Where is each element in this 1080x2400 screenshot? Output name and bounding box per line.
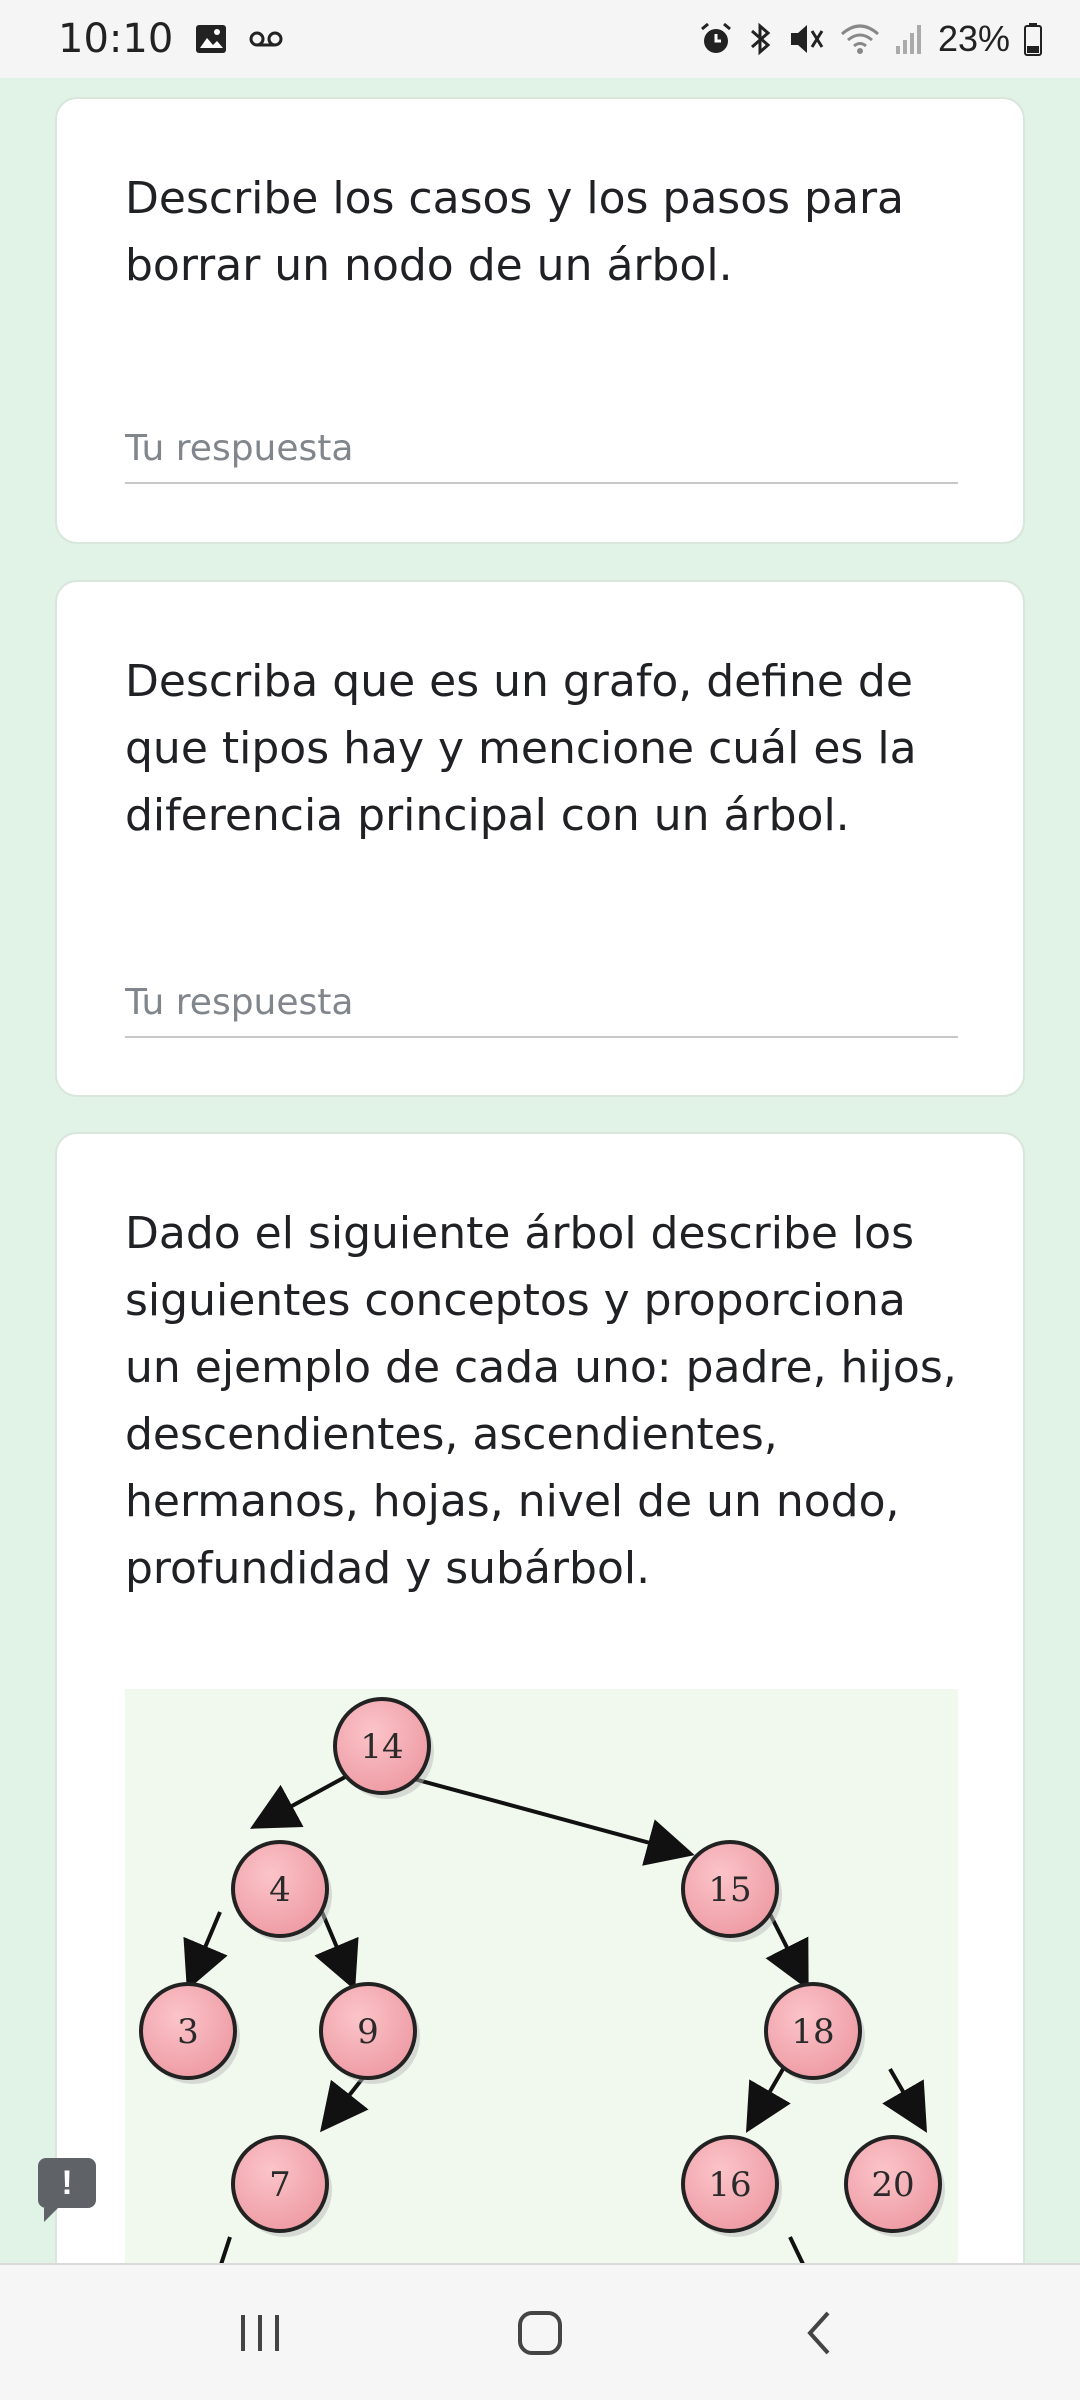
answer-input[interactable] [125,414,958,484]
signal-icon [894,22,924,56]
status-bar: 10:10 23% [0,0,1080,78]
report-feedback-button[interactable]: ! [38,2158,96,2222]
navigation-bar [0,2263,1080,2400]
feedback-symbol: ! [61,2163,73,2202]
node-label: 18 [791,2012,834,2052]
question-title: Dado el siguiente árbol describe los sig… [125,1208,957,1594]
node-label: 20 [871,2165,914,2205]
binary-tree-diagram: 14 4 15 3 9 18 7 16 20 [139,1697,945,2290]
tree-node: 14 [333,1697,434,1799]
question-card-1: Describe los casos y los pasos para borr… [55,97,1025,544]
tree-node: 7 [231,2135,332,2237]
node-label: 9 [357,2012,379,2052]
node-label: 7 [269,2165,291,2205]
status-left: 10:10 [58,16,283,62]
edge-4-3 [183,1911,228,1991]
edge-4-9 [314,1911,359,1991]
mute-icon [788,21,826,57]
question-title: Describe los casos y los pasos para borr… [125,173,905,291]
edge-18-20 [882,2067,928,2133]
battery-icon [1024,22,1042,56]
node-label: 16 [708,2165,751,2205]
back-icon [807,2311,830,2354]
edge-14-4 [249,1774,348,1829]
recent-apps-button[interactable] [210,2293,310,2373]
tree-nodes: 14 4 15 3 9 18 7 16 20 [139,1697,945,2237]
question-title: Describa que es un grafo, define de que … [125,656,917,841]
binary-tree-image: 14 4 15 3 9 18 7 16 20 [125,1689,958,2309]
question-card-3: Dado el siguiente árbol describe los sig… [55,1132,1025,2309]
tree-node: 3 [139,1982,240,2084]
home-icon [518,2310,562,2355]
tree-node: 4 [231,1840,332,1942]
edge-18-16 [745,2067,791,2133]
home-button[interactable] [490,2293,590,2373]
node-label: 14 [360,1727,403,1767]
tree-node: 16 [681,2135,782,2237]
status-right: 23% [698,18,1042,60]
edge-15-18 [765,1913,809,1991]
wifi-icon [840,22,880,56]
tree-node: 20 [844,2135,945,2237]
status-time: 10:10 [58,16,174,62]
node-label: 3 [177,2012,199,2052]
question-card-2: Describa que es un grafo, define de que … [55,580,1025,1097]
recent-apps-icon [241,2314,279,2351]
answer-input[interactable] [125,968,958,1038]
tree-node: 15 [681,1840,782,1942]
battery-percent: 23% [937,18,1010,59]
image-icon [195,24,227,54]
alarm-icon [698,21,734,57]
back-button[interactable] [770,2293,870,2373]
bluetooth-icon [748,21,774,57]
tree-node: 9 [319,1982,420,2084]
node-label: 4 [269,1870,291,1910]
edge-14-15 [402,1774,695,1866]
node-label: 15 [708,1870,751,1910]
voicemail-icon [249,30,283,48]
